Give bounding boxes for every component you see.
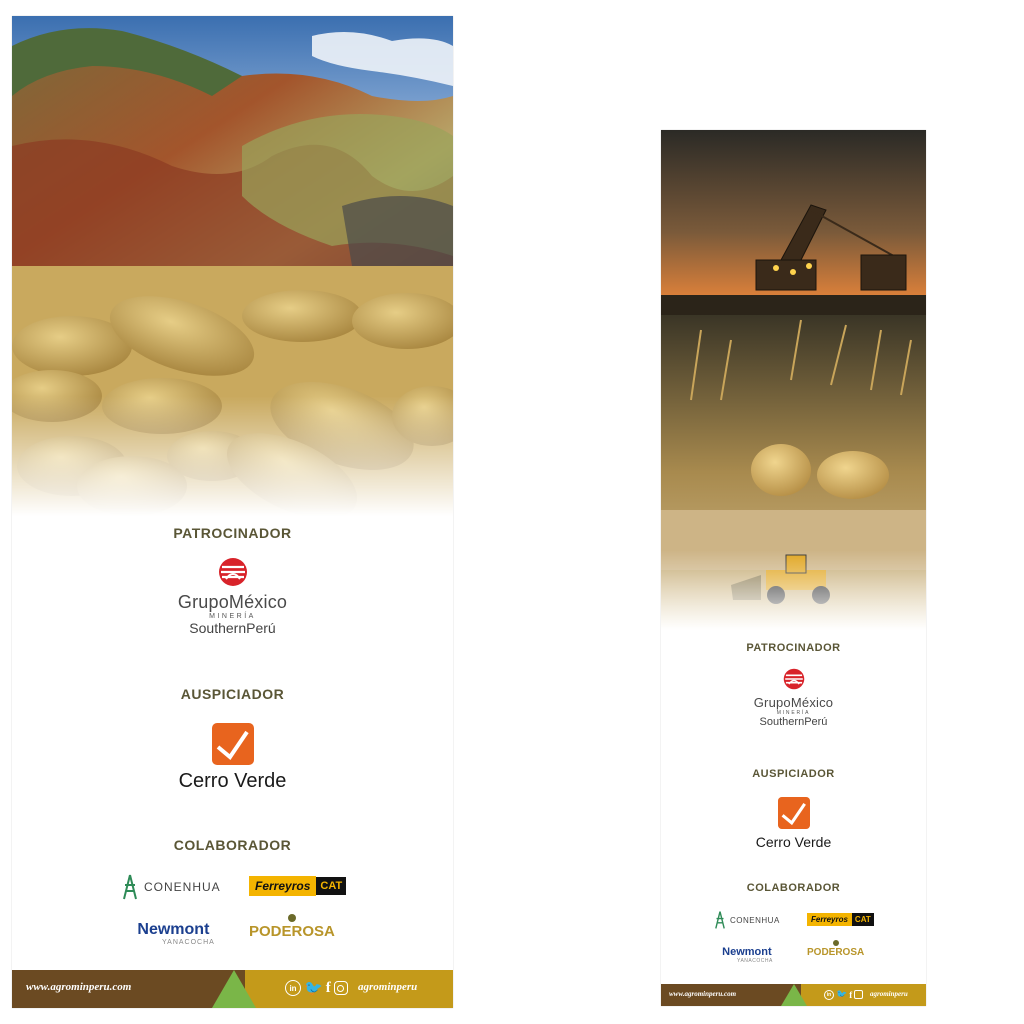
conenhua-name: CONENHUA bbox=[730, 915, 780, 925]
cerro-verde-emblem-icon bbox=[211, 723, 254, 765]
poderosa-logo: PODEROSA bbox=[249, 914, 335, 940]
conenhua-tower-icon bbox=[123, 874, 137, 900]
newmont-logo: Newmont YANACOCHA bbox=[132, 921, 215, 946]
linkedin-icon[interactable]: in bbox=[824, 989, 834, 1000]
instagram-icon[interactable] bbox=[333, 981, 348, 995]
cat-name: CAT bbox=[316, 877, 347, 895]
collaborator-title: COLABORADOR bbox=[173, 837, 292, 853]
newmont-name: Newmont bbox=[137, 921, 210, 938]
social-handle: agrominperu bbox=[870, 990, 908, 998]
footer-triangle-icon bbox=[781, 984, 807, 1006]
website-url[interactable]: www.agrominperu.com bbox=[669, 990, 736, 998]
ferreyros-name: Ferreyros bbox=[249, 876, 317, 896]
cat-name: CAT bbox=[851, 913, 874, 926]
ferreyros-cat-logo: Ferreyros CAT bbox=[807, 913, 874, 926]
poderosa-name: PODEROSA bbox=[249, 923, 335, 940]
ferreyros-cat-logo: Ferreyros CAT bbox=[249, 876, 347, 896]
footer-right-band bbox=[245, 970, 453, 1008]
conenhua-name: CONENHUA bbox=[144, 880, 221, 894]
southern-peru-name: SouthernPerú bbox=[759, 716, 828, 728]
conenhua-tower-icon bbox=[715, 911, 725, 929]
newmont-name: Newmont bbox=[722, 946, 772, 958]
sponsor-title: PATROCINADOR bbox=[746, 642, 841, 654]
grupo-mexico-logo: GrupoMéxico MINERÍA SouthernPerú bbox=[661, 668, 926, 728]
linkedin-icon[interactable]: in bbox=[285, 980, 301, 996]
supporter-title: AUSPICIADOR bbox=[752, 768, 835, 780]
southern-peru-name: SouthernPerú bbox=[189, 620, 276, 636]
poderosa-logo: PODEROSA bbox=[807, 940, 864, 958]
newmont-sub: YANACOCHA bbox=[162, 939, 215, 946]
banner-large: PATROCINADOR GrupoMéxico MINERÍA Souther… bbox=[12, 16, 453, 1008]
ferreyros-name: Ferreyros bbox=[807, 913, 852, 926]
instagram-icon[interactable] bbox=[854, 990, 864, 999]
twitter-icon[interactable]: 🐦 bbox=[304, 979, 323, 997]
hero-image-mining-agriculture bbox=[661, 130, 926, 630]
website-url[interactable]: www.agrominperu.com bbox=[26, 981, 131, 993]
cerro-verde-emblem-icon bbox=[777, 797, 810, 829]
grupo-mexico-emblem-icon bbox=[218, 558, 247, 586]
sponsor-title: PATROCINADOR bbox=[173, 525, 292, 541]
conenhua-logo: CONENHUA bbox=[120, 873, 221, 901]
supporter-title: AUSPICIADOR bbox=[180, 686, 285, 702]
cerro-verde-name: Cerro Verde bbox=[178, 770, 287, 792]
facebook-icon[interactable]: f bbox=[326, 980, 331, 997]
poderosa-emblem-icon bbox=[287, 914, 296, 922]
poderosa-name: PODEROSA bbox=[807, 947, 865, 958]
social-icons: in 🐦 f bbox=[824, 989, 864, 1000]
cerro-verde-name: Cerro Verde bbox=[755, 834, 832, 850]
newmont-sub: YANACOCHA bbox=[737, 958, 773, 964]
conenhua-logo: CONENHUA bbox=[713, 910, 780, 930]
hero-image-potatoes-mountain bbox=[12, 16, 453, 516]
footer-triangle-icon bbox=[212, 970, 256, 1008]
social-icons: in 🐦 f bbox=[285, 979, 348, 997]
banner-small: PATROCINADOR GrupoMéxico MINERÍA Souther… bbox=[661, 130, 926, 1006]
grupo-mexico-sub: MINERÍA bbox=[209, 613, 256, 620]
grupo-mexico-emblem-icon bbox=[783, 668, 804, 690]
collaborator-title: COLABORADOR bbox=[746, 882, 841, 894]
cerro-verde-logo: Cerro Verde bbox=[12, 723, 453, 793]
footer-bar: www.agrominperu.com in 🐦 f agrominperu bbox=[12, 970, 453, 1008]
poderosa-emblem-icon bbox=[832, 940, 839, 946]
grupo-mexico-name: GrupoMéxico bbox=[753, 695, 834, 710]
footer-bar: www.agrominperu.com in 🐦 f agrominperu bbox=[661, 984, 926, 1006]
grupo-mexico-name: GrupoMéxico bbox=[177, 592, 288, 612]
social-handle: agrominperu bbox=[358, 981, 418, 993]
cerro-verde-logo: Cerro Verde bbox=[661, 797, 926, 850]
grupo-mexico-logo: GrupoMéxico MINERÍA SouthernPerú bbox=[12, 557, 453, 636]
newmont-logo: Newmont YANACOCHA bbox=[721, 946, 773, 964]
facebook-icon[interactable]: f bbox=[849, 990, 852, 1000]
twitter-icon[interactable]: 🐦 bbox=[836, 989, 847, 1000]
